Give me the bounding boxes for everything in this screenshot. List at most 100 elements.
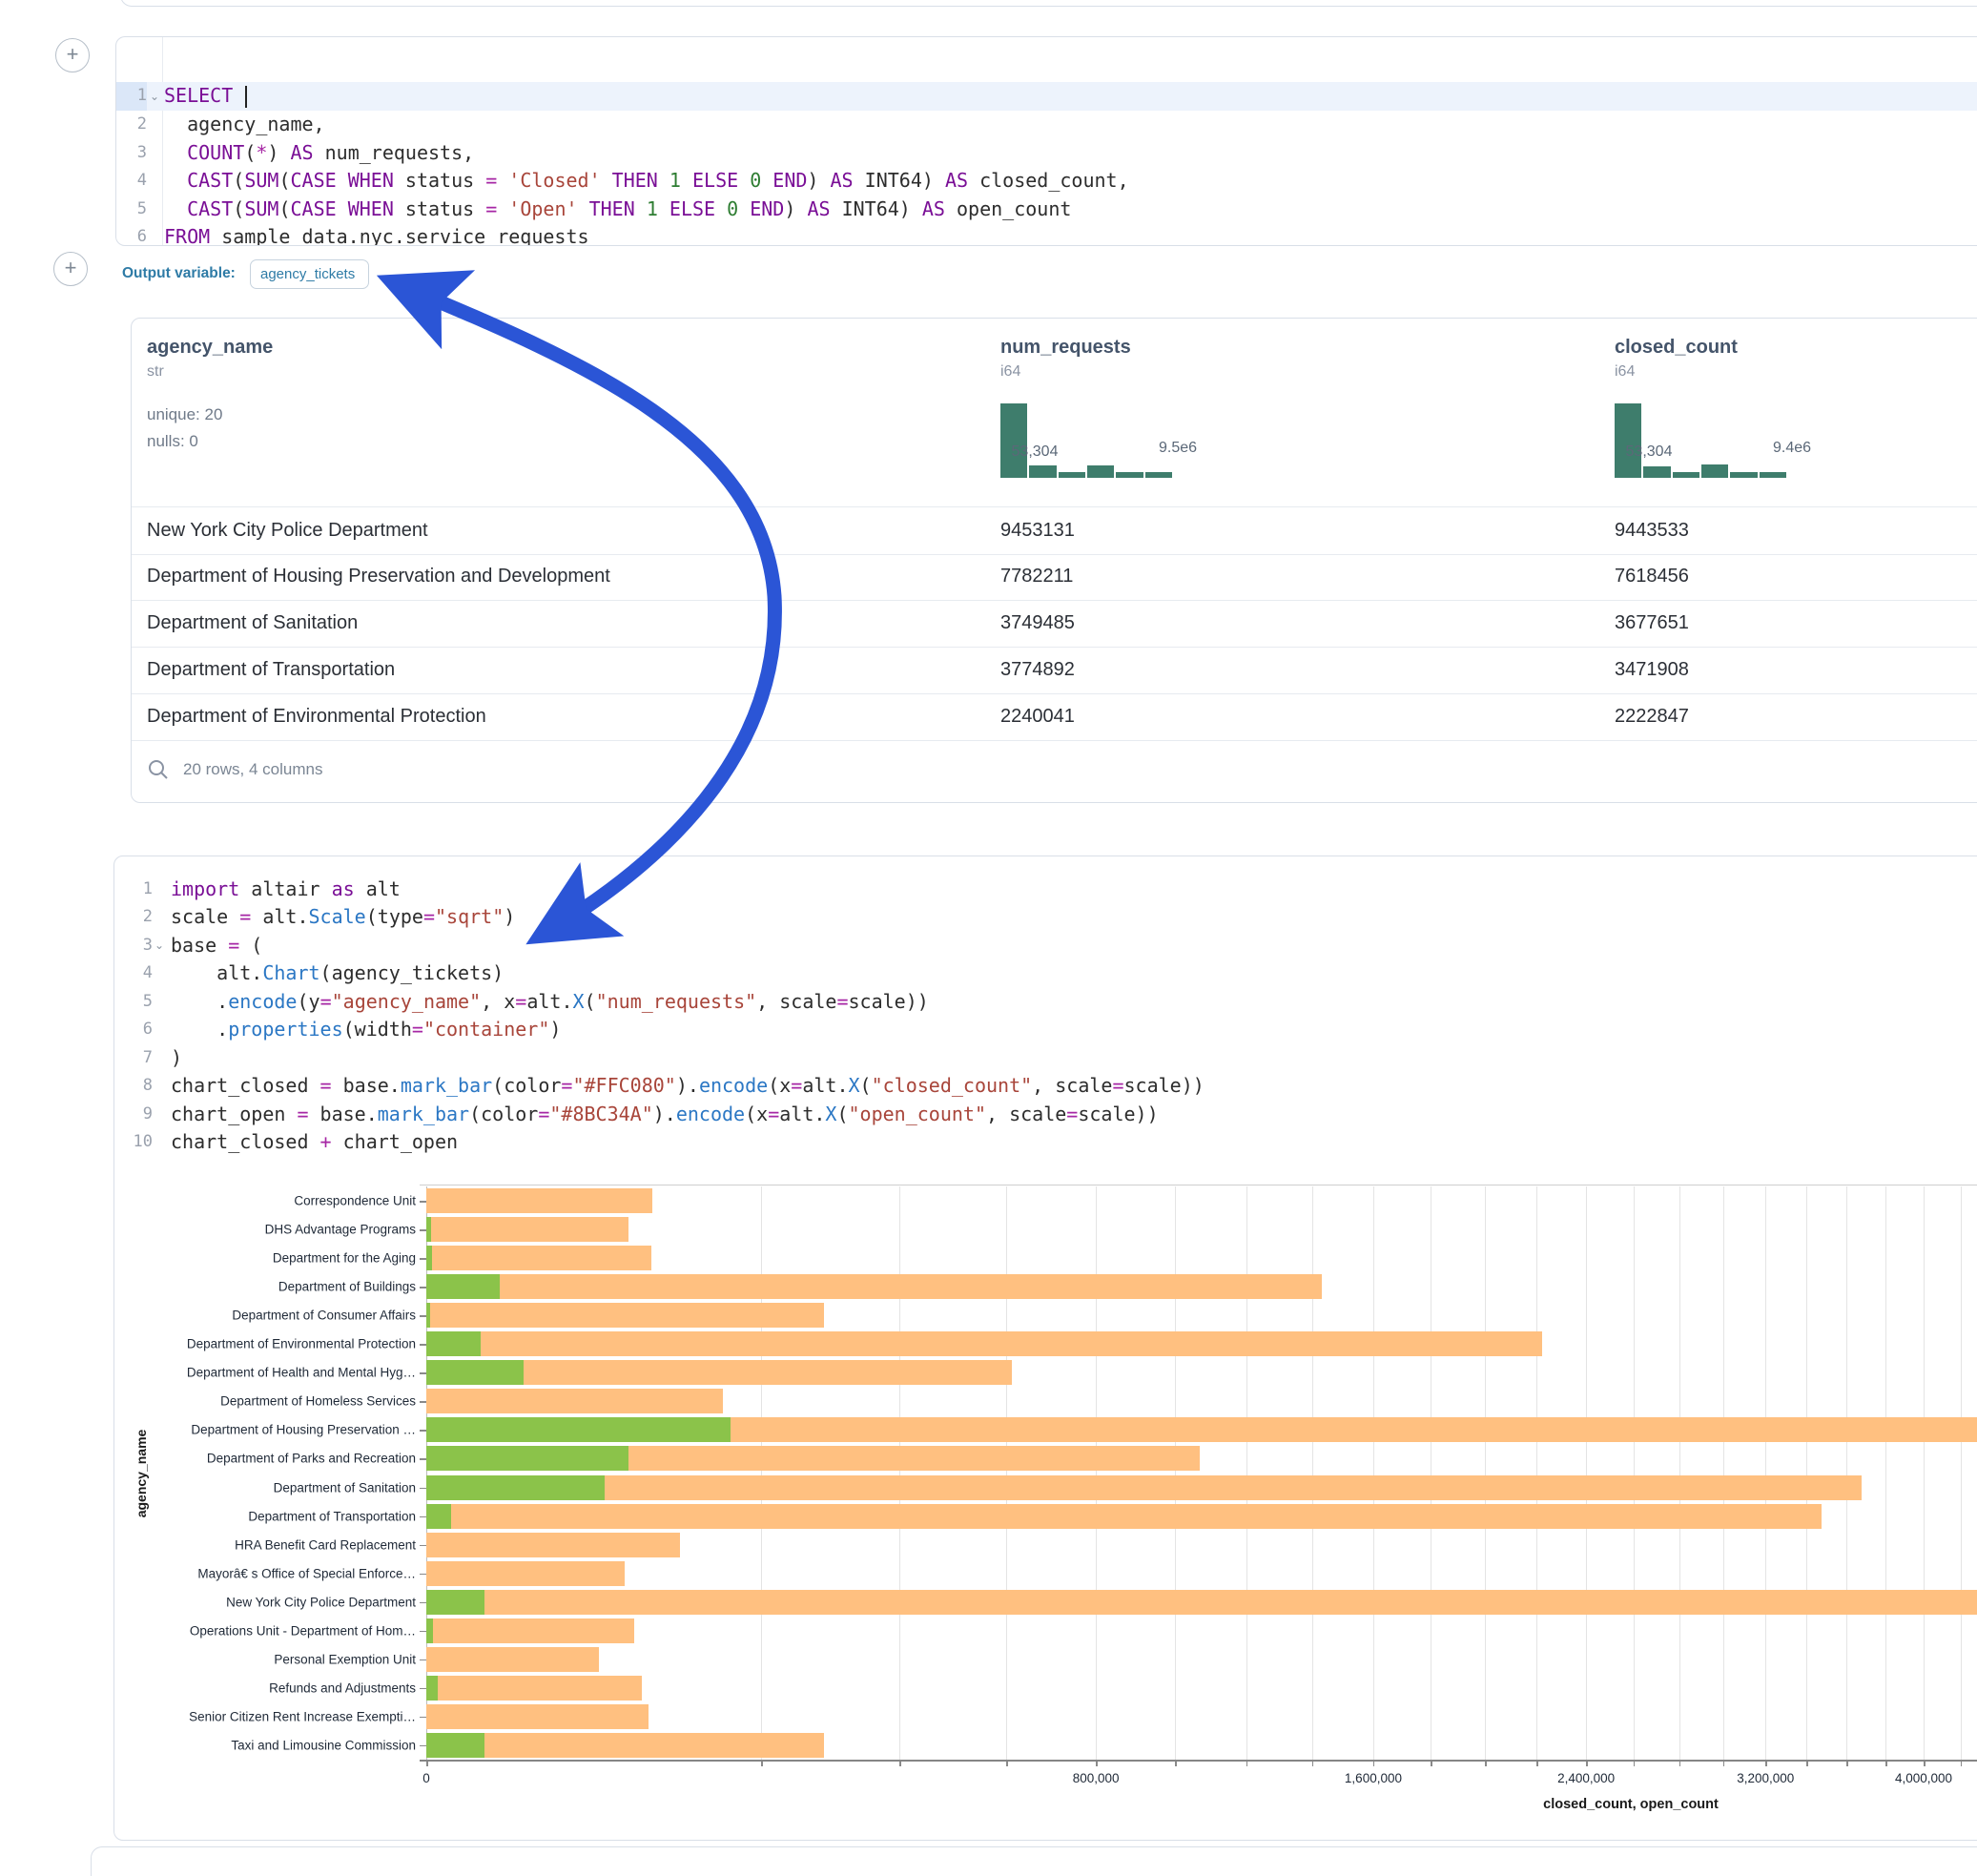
table-row[interactable]: Department of Environmental Protection22… — [132, 693, 1977, 741]
code-token: = — [239, 905, 251, 928]
bar-closed-count — [426, 1676, 642, 1701]
sql-code-editor[interactable]: 1⌄SELECT 2 agency_name,3 COUNT(*) AS num… — [116, 37, 1977, 245]
code-token: num_requests, — [314, 141, 475, 164]
altair-chart: Correspondence UnitDHS Advantage Program… — [0, 1173, 1977, 1831]
code-token: encode — [228, 990, 297, 1013]
code-line[interactable]: 1import altair as alt — [114, 875, 1977, 903]
code-line[interactable]: 9chart_open = base.mark_bar(color="#8BC3… — [114, 1100, 1977, 1128]
code-token: CASE — [290, 197, 336, 220]
code-token: (width — [343, 1018, 412, 1041]
y-tick — [420, 1488, 426, 1490]
code-token — [164, 169, 187, 192]
table-row[interactable]: Department of Sanitation37494853677651 — [132, 600, 1977, 648]
line-number: 1 — [116, 82, 147, 111]
code-token: (agency_tickets) — [320, 961, 505, 984]
code-token — [715, 197, 727, 220]
python-code-editor[interactable]: 1import altair as alt2scale = alt.Scale(… — [114, 856, 1977, 1162]
gridline — [1586, 1186, 1587, 1760]
code-token — [601, 169, 612, 192]
code-token: FROM — [164, 225, 210, 246]
fold-caret-icon[interactable]: ⌄ — [147, 90, 162, 103]
bar-open-count — [426, 1246, 432, 1270]
gridline — [1846, 1186, 1847, 1760]
code-token: as — [332, 877, 355, 900]
y-tick — [420, 1717, 426, 1719]
code-line[interactable]: 6 .properties(width="container") — [114, 1016, 1977, 1044]
code-token: = — [412, 1018, 423, 1041]
code-text: COUNT(*) AS num_requests, — [164, 141, 474, 164]
fold-caret-icon[interactable]: ⌄ — [153, 938, 166, 952]
code-line[interactable]: 3 COUNT(*) AS num_requests, — [116, 138, 1977, 167]
code-line[interactable]: 2scale = alt.Scale(type="sqrt") — [114, 903, 1977, 932]
column-name: closed_count — [1615, 337, 1786, 359]
column-header[interactable]: closed_counti6453,3049.4e6 — [1615, 337, 1786, 478]
code-token: END — [772, 169, 807, 192]
add-cell-button-middle[interactable]: + — [53, 252, 88, 286]
column-histogram — [1615, 403, 1786, 478]
column-header[interactable]: agency_namestrunique: 20nulls: 0 — [147, 337, 273, 451]
code-token — [578, 197, 589, 220]
gridline — [1175, 1186, 1176, 1760]
code-line[interactable]: 4 CAST(SUM(CASE WHEN status = 'Closed' T… — [116, 167, 1977, 196]
gridline — [1679, 1186, 1680, 1760]
code-token: THEN — [612, 169, 658, 192]
previous-cell-edge — [120, 0, 1977, 7]
code-text: alt.Chart(agency_tickets) — [171, 961, 504, 984]
histogram-min-label: 53,304 — [1626, 443, 1673, 461]
bar-closed-count — [426, 1590, 1977, 1615]
code-token: 'Open' — [508, 197, 577, 220]
y-tick — [420, 1372, 426, 1374]
histogram-bar — [1760, 472, 1786, 478]
code-line[interactable]: 5 .encode(y="agency_name", x=alt.X("num_… — [114, 987, 1977, 1016]
code-line[interactable]: 2 agency_name, — [116, 111, 1977, 139]
code-token: "#8BC34A" — [549, 1103, 652, 1125]
column-stat: nulls: 0 — [147, 432, 273, 451]
code-token: "open_count" — [849, 1103, 987, 1125]
code-token: properties — [228, 1018, 342, 1041]
code-token: = — [228, 934, 239, 957]
code-token: ELSE — [692, 169, 738, 192]
bar-closed-count — [426, 1246, 651, 1270]
code-token: alt. — [802, 1074, 848, 1097]
bar-open-count — [426, 1217, 431, 1242]
code-line[interactable]: 10chart_closed + chart_open — [114, 1128, 1977, 1157]
code-line[interactable]: 5 CAST(SUM(CASE WHEN status = 'Open' THE… — [116, 195, 1977, 223]
y-tick — [420, 1344, 426, 1346]
code-token: 1 — [669, 169, 681, 192]
column-header[interactable]: num_requestsi6453,3049.5e6 — [1000, 337, 1172, 478]
y-axis-label: Operations Unit - Department of Hom… — [190, 1623, 416, 1638]
code-token — [761, 169, 772, 192]
code-token: alt — [355, 877, 401, 900]
gridline — [1961, 1186, 1962, 1760]
code-token: = — [320, 1074, 332, 1097]
code-line[interactable]: 7) — [114, 1043, 1977, 1072]
search-icon[interactable] — [147, 758, 170, 781]
code-token: 'Closed' — [508, 169, 600, 192]
sql-cell[interactable]: 1⌄SELECT 2 agency_name,3 COUNT(*) AS num… — [115, 36, 1977, 246]
y-axis-label: Department of Parks and Recreation — [207, 1452, 416, 1466]
next-cell-edge — [91, 1846, 1977, 1876]
y-tick — [420, 1458, 426, 1460]
histogram-bar — [1673, 472, 1699, 478]
table-row[interactable]: New York City Police Department945313194… — [132, 506, 1977, 555]
code-line[interactable]: 3⌄base = ( — [114, 931, 1977, 959]
gridline — [1536, 1186, 1537, 1760]
code-token — [337, 197, 348, 220]
code-line[interactable]: 8chart_closed = base.mark_bar(color="#FF… — [114, 1072, 1977, 1101]
code-token: (y — [297, 990, 319, 1013]
code-token: AS — [945, 169, 968, 192]
code-token: scale — [171, 905, 239, 928]
code-line[interactable]: 6FROM sample_data.nyc.service_requests — [116, 223, 1977, 247]
code-token: mark_bar — [378, 1103, 469, 1125]
add-cell-button-top[interactable]: + — [55, 38, 90, 72]
output-variable-pill[interactable]: agency_tickets — [250, 259, 369, 289]
y-tick — [420, 1660, 426, 1661]
code-line[interactable]: 1⌄SELECT — [116, 82, 1977, 111]
bar-open-count — [426, 1274, 500, 1299]
table-row[interactable]: Department of Transportation377489234719… — [132, 647, 1977, 694]
code-token: 0 — [750, 169, 761, 192]
code-line[interactable]: 4 alt.Chart(agency_tickets) — [114, 959, 1977, 988]
table-row[interactable]: Department of Housing Preservation and D… — [132, 553, 1977, 601]
code-token: mark_bar — [401, 1074, 492, 1097]
code-token: open_count — [945, 197, 1071, 220]
